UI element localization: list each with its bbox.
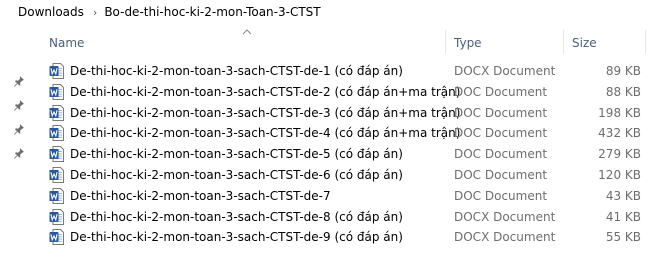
file-type: DOC Document	[454, 147, 548, 162]
pin-icon[interactable]	[13, 147, 25, 159]
file-row[interactable]: De-thi-hoc-ki-2-mon-toan-3-sach-CTST-de-…	[33, 227, 650, 248]
file-name: De-thi-hoc-ki-2-mon-toan-3-sach-CTST-de-…	[70, 126, 461, 141]
file-row[interactable]: De-thi-hoc-ki-2-mon-toan-3-sach-CTST-de-…	[33, 61, 650, 82]
file-name: De-thi-hoc-ki-2-mon-toan-3-sach-CTST-de-…	[70, 188, 331, 203]
file-type: DOC Document	[454, 126, 548, 141]
sort-ascending-icon	[242, 29, 252, 35]
breadcrumb: Downloads › Bo-de-thi-hoc-ki-2-mon-Toan-…	[0, 0, 650, 24]
file-type: DOCX Document	[454, 64, 556, 78]
file-row[interactable]: De-thi-hoc-ki-2-mon-toan-3-sach-CTST-de-…	[33, 165, 650, 186]
word-docx-icon	[49, 63, 64, 79]
file-name: De-thi-hoc-ki-2-mon-toan-3-sach-CTST-de-…	[70, 84, 461, 99]
file-row[interactable]: De-thi-hoc-ki-2-mon-toan-3-sach-CTST-de-…	[33, 144, 650, 165]
file-row[interactable]: De-thi-hoc-ki-2-mon-toan-3-sach-CTST-de-…	[33, 82, 650, 103]
column-name-header[interactable]: Name	[49, 36, 84, 50]
file-name: De-thi-hoc-ki-2-mon-toan-3-sach-CTST-de-…	[70, 147, 403, 162]
file-type: DOC Document	[454, 105, 548, 120]
file-size: 88 KB	[605, 84, 641, 99]
file-row[interactable]: De-thi-hoc-ki-2-mon-toan-3-sach-CTST-de-…	[33, 186, 650, 207]
word-doc-icon	[49, 187, 64, 204]
word-doc-icon	[49, 104, 64, 121]
word-docx-icon	[49, 229, 64, 246]
chevron-right-icon[interactable]: ›	[93, 6, 97, 19]
file-type: DOCX Document	[454, 230, 556, 245]
word-doc-icon	[49, 166, 64, 183]
breadcrumb-current-folder[interactable]: Bo-de-thi-hoc-ki-2-mon-Toan-3-CTST	[104, 5, 320, 19]
file-name: De-thi-hoc-ki-2-mon-toan-3-sach-CTST-de-…	[70, 167, 403, 182]
file-name: De-thi-hoc-ki-2-mon-toan-3-sach-CTST-de-…	[70, 209, 403, 224]
file-size: 279 KB	[598, 147, 641, 162]
column-size-header[interactable]: Size	[572, 36, 597, 50]
column-divider[interactable]	[563, 30, 564, 54]
column-type-header[interactable]: Type	[454, 36, 482, 50]
file-type: DOC Document	[454, 84, 548, 99]
quick-access-rail	[0, 24, 30, 259]
file-size: 89 KB	[605, 64, 641, 78]
pin-icon[interactable]	[13, 99, 25, 111]
word-docx-icon	[49, 208, 64, 225]
file-name: De-thi-hoc-ki-2-mon-toan-3-sach-CTST-de-…	[70, 230, 403, 245]
file-row[interactable]: De-thi-hoc-ki-2-mon-toan-3-sach-CTST-de-…	[33, 103, 650, 124]
file-size: 120 KB	[598, 167, 641, 182]
file-explorer-window: Downloads › Bo-de-thi-hoc-ki-2-mon-Toan-…	[0, 0, 650, 259]
file-name: De-thi-hoc-ki-2-mon-toan-3-sach-CTST-de-…	[70, 105, 461, 120]
file-row[interactable]: De-thi-hoc-ki-2-mon-toan-3-sach-CTST-de-…	[33, 207, 650, 228]
file-size: 41 KB	[605, 209, 641, 224]
word-doc-icon	[49, 146, 64, 163]
column-header: Name Type Size	[33, 28, 650, 56]
file-type: DOC Document	[454, 188, 548, 203]
file-row[interactable]: De-thi-hoc-ki-2-mon-toan-3-sach-CTST-de-…	[33, 123, 650, 144]
file-name: De-thi-hoc-ki-2-mon-toan-3-sach-CTST-de-…	[70, 64, 403, 78]
file-list: De-thi-hoc-ki-2-mon-toan-3-sach-CTST-de-…	[33, 61, 650, 248]
word-doc-icon	[49, 83, 64, 100]
breadcrumb-downloads[interactable]: Downloads	[18, 5, 84, 19]
file-type: DOC Document	[454, 167, 548, 182]
word-doc-icon	[49, 125, 64, 142]
file-size: 55 KB	[605, 230, 641, 245]
column-divider[interactable]	[645, 30, 646, 54]
file-size: 43 KB	[605, 188, 641, 203]
column-divider[interactable]	[445, 30, 446, 54]
file-size: 198 KB	[598, 105, 641, 120]
file-size: 432 KB	[598, 126, 641, 141]
file-type: DOCX Document	[454, 209, 556, 224]
pin-icon[interactable]	[13, 123, 25, 135]
pin-icon[interactable]	[13, 75, 25, 87]
